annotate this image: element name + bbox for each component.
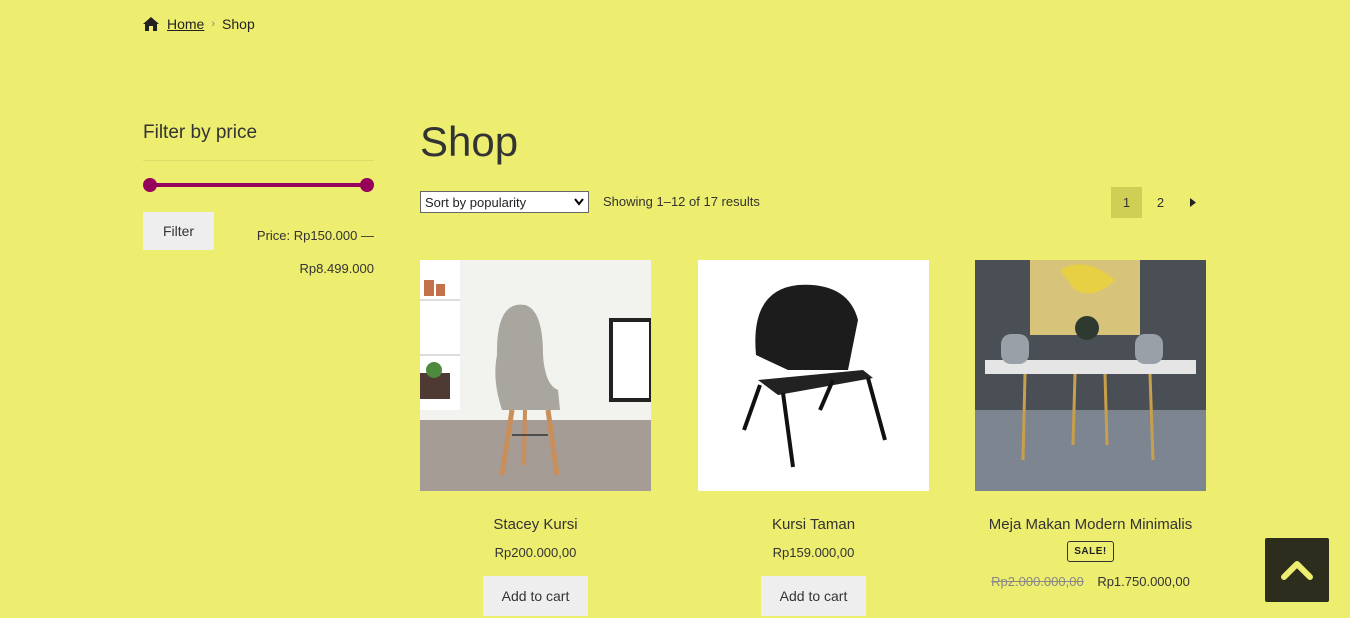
page-1: 1 — [1111, 187, 1142, 218]
product-image[interactable] — [420, 260, 651, 491]
filter-title: Filter by price — [143, 122, 374, 161]
breadcrumb-current: Shop — [222, 16, 255, 32]
sort-selected-value: Sort by popularity — [425, 194, 527, 210]
price-range-line1: Price: Rp150.000 — — [256, 228, 374, 243]
old-price: Rp2.000.000,00 — [991, 574, 1084, 589]
price-slider-max-handle[interactable] — [360, 178, 374, 192]
add-to-cart-button[interactable]: Add to cart — [483, 576, 588, 616]
sale-badge: SALE! — [1067, 541, 1114, 562]
page-title: Shop — [420, 118, 519, 165]
product-image[interactable] — [975, 260, 1206, 491]
breadcrumb-separator: › — [211, 18, 216, 30]
add-to-cart-button[interactable]: Add to cart — [761, 576, 866, 616]
product-name[interactable]: Kursi Taman — [698, 516, 929, 533]
sort-select[interactable]: Sort by popularity — [420, 191, 589, 213]
chevron-up-icon — [1281, 561, 1313, 580]
filter-button[interactable]: Filter — [143, 212, 214, 250]
product-card: Stacey Kursi Rp200.000,00 Add to cart — [420, 260, 651, 616]
price-slider[interactable] — [143, 177, 374, 193]
pagination: 1 2 — [1108, 187, 1206, 218]
breadcrumb-home-link[interactable]: Home — [167, 16, 204, 32]
page-2[interactable]: 2 — [1145, 187, 1176, 218]
caret-right-icon — [1189, 198, 1196, 207]
price-range-line2: Rp8.499.000 — [299, 261, 374, 276]
home-icon — [143, 17, 159, 31]
sale-price: Rp1.750.000,00 — [1097, 574, 1190, 589]
product-image[interactable] — [698, 260, 929, 491]
next-page-button[interactable] — [1179, 187, 1206, 218]
main-content: Shop Sort by popularity Showing 1–12 of … — [420, 118, 1206, 616]
result-count: Showing 1–12 of 17 results — [603, 194, 760, 209]
product-price: Rp2.000.000,00 Rp1.750.000,00 — [975, 574, 1206, 589]
filter-row: Filter Price: Rp150.000 — Rp8.499.000 — [143, 212, 374, 276]
breadcrumb: Home › Shop — [143, 16, 255, 32]
product-card: Kursi Taman Rp159.000,00 Add to cart — [698, 260, 929, 616]
price-slider-track — [150, 183, 367, 187]
product-name[interactable]: Meja Makan Modern Minimalis — [975, 516, 1206, 533]
product-card: Meja Makan Modern Minimalis SALE! Rp2.00… — [975, 260, 1206, 589]
back-to-top-button[interactable] — [1265, 538, 1329, 602]
price-slider-min-handle[interactable] — [143, 178, 157, 192]
product-price: Rp200.000,00 — [494, 545, 577, 560]
chevron-down-icon — [574, 198, 584, 206]
product-price: Rp159.000,00 — [772, 545, 855, 560]
shop-toolbar: Sort by popularity Showing 1–12 of 17 re… — [420, 186, 1206, 218]
price-range-label: Price: Rp150.000 — Rp8.499.000 — [257, 219, 374, 285]
product-name[interactable]: Stacey Kursi — [420, 516, 651, 533]
sidebar: Filter by price Filter Price: Rp150.000 … — [143, 122, 374, 276]
